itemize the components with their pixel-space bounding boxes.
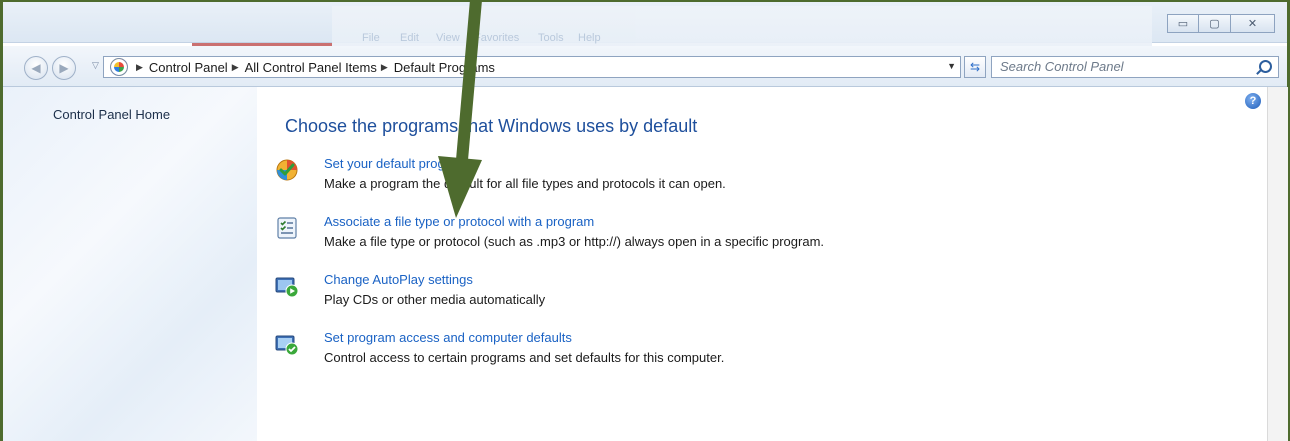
maximize-button[interactable]: ▢ xyxy=(1199,14,1231,33)
address-dropdown-icon[interactable]: ▼ xyxy=(947,61,956,71)
task-description: Make a program the default for all file … xyxy=(324,176,726,191)
breadcrumb-default-programs[interactable]: Default Programs xyxy=(394,60,495,75)
navigation-bar: ◀ ▶ ▽ ▶ Control Panel ▶ All Control Pane… xyxy=(3,46,1287,87)
breadcrumb-separator-icon[interactable]: ▶ xyxy=(136,62,143,73)
refresh-icon: ⇆ xyxy=(969,60,981,74)
file-association-icon xyxy=(277,217,297,239)
search-icon[interactable] xyxy=(1259,60,1272,73)
change-autoplay-link[interactable]: Change AutoPlay settings xyxy=(324,272,473,287)
breadcrumb-control-panel[interactable]: Control Panel xyxy=(149,60,228,75)
ghost-menu-item: Help xyxy=(578,32,601,44)
breadcrumb-separator-icon[interactable]: ▶ xyxy=(232,62,239,73)
breadcrumb-all-items[interactable]: All Control Panel Items xyxy=(245,60,377,75)
associate-file-type-link[interactable]: Associate a file type or protocol with a… xyxy=(324,214,594,229)
default-programs-icon xyxy=(276,159,298,181)
help-icon[interactable]: ? xyxy=(1245,93,1261,109)
page-title: Choose the programs that Windows uses by… xyxy=(285,116,698,136)
task-description: Play CDs or other media automatically xyxy=(324,292,546,307)
address-bar[interactable]: ▶ Control Panel ▶ All Control Panel Item… xyxy=(103,56,961,78)
control-panel-home-link[interactable]: Control Panel Home xyxy=(53,107,170,122)
minimize-button[interactable]: ▭ xyxy=(1167,14,1199,33)
ghost-menu-item: Edit xyxy=(400,32,419,44)
ghost-menu-item: Tools xyxy=(538,32,564,44)
main-content: ? Choose the programs that Windows uses … xyxy=(257,87,1267,441)
forward-button[interactable]: ▶ xyxy=(52,56,76,80)
set-default-programs-link[interactable]: Set your default programs xyxy=(324,156,474,171)
recent-pages-dropdown-icon[interactable]: ▽ xyxy=(92,60,99,71)
ghost-menu-item: Favorites xyxy=(474,32,520,44)
back-arrow-icon: ◀ xyxy=(31,61,41,75)
ghost-menu-item: View xyxy=(436,32,460,44)
back-button[interactable]: ◀ xyxy=(24,56,48,80)
autoplay-icon xyxy=(275,277,299,298)
vertical-scrollbar[interactable] xyxy=(1267,87,1288,441)
refresh-button[interactable]: ⇆ xyxy=(964,56,986,78)
task-description: Control access to certain programs and s… xyxy=(324,350,725,365)
forward-arrow-icon: ▶ xyxy=(59,61,69,75)
sidebar: Control Panel Home xyxy=(3,87,257,441)
control-panel-icon xyxy=(110,58,128,76)
window-controls: ▭ ▢ ✕ xyxy=(1167,14,1275,33)
search-placeholder: Search Control Panel xyxy=(1000,59,1124,74)
close-button[interactable]: ✕ xyxy=(1231,14,1275,33)
ghost-menu-item: File xyxy=(362,32,380,44)
set-program-access-link[interactable]: Set program access and computer defaults xyxy=(324,330,572,345)
program-access-icon xyxy=(275,335,299,356)
search-input[interactable]: Search Control Panel xyxy=(991,56,1279,78)
breadcrumb-separator-icon[interactable]: ▶ xyxy=(381,62,388,73)
task-description: Make a file type or protocol (such as .m… xyxy=(324,234,825,249)
